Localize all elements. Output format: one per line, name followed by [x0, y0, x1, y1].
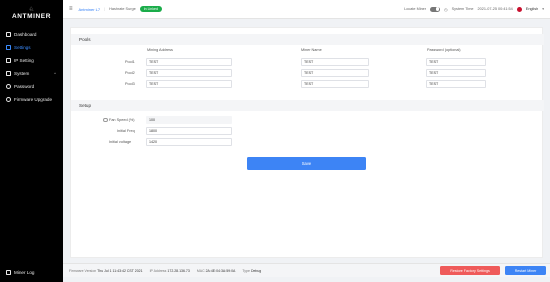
pool1-password-input[interactable]: TEST [426, 58, 486, 66]
sidebar-item-dashboard[interactable]: Dashboard [0, 28, 63, 41]
sidebar-item-label: System [14, 71, 30, 76]
ip-address-label: IP Address [149, 268, 167, 273]
initial-freq-input[interactable]: 1800 [146, 127, 232, 135]
sidebar-item-miner-log[interactable]: Miner Log [0, 266, 63, 278]
pools-column-header-address: Mining Address [147, 48, 173, 52]
firmware-upgrade-icon [6, 97, 11, 102]
pool2-address-input[interactable]: TEST [146, 69, 232, 77]
pool-label: Pool3 [125, 82, 135, 86]
sidebar-item-ip-setting[interactable]: IP Setting [0, 54, 63, 67]
fan-speed-row: Fan Speed (%) 100 [71, 116, 544, 126]
pool3-miner-input[interactable]: TEST [301, 80, 369, 88]
initial-voltage-input[interactable]: 1420 [146, 138, 232, 146]
pools-column-header-miner: Miner Name [301, 48, 322, 52]
chevron-down-icon[interactable]: ▾ [542, 7, 544, 11]
sidebar-item-label: Firmware Upgrade [14, 97, 53, 102]
fan-speed-checkbox[interactable] [103, 117, 108, 122]
ip-address-value: 172.28.136.73 [167, 268, 190, 273]
sidebar: ♘ ANTMINER Dashboard Settings IP Setting… [0, 0, 63, 282]
sidebar-item-label: Settings [14, 45, 31, 50]
password-icon [6, 84, 11, 89]
logo-text: ANTMINER [11, 12, 52, 20]
mac-value: 2A:4E:04:3A:59:0A [205, 268, 236, 273]
fan-speed-input[interactable]: 100 [146, 116, 232, 124]
mac-label: MAC [196, 268, 205, 273]
pool-label: Pool1 [125, 60, 135, 64]
pool-row: Pool3 TEST TEST TEST [71, 80, 544, 90]
system-time-value: 2021-07-25 00:41:54 [477, 7, 513, 11]
sidebar-nav: Dashboard Settings IP Setting System ^ P… [0, 28, 63, 106]
clock-icon: ◷ [444, 6, 448, 12]
pools-section-title: Pools [71, 34, 544, 45]
initial-voltage-label: Initial voltage [109, 140, 132, 144]
fan-speed-label: Fan Speed (%) [109, 118, 135, 122]
header-right: Locate Miner ◷ System Time 2021-07-25 00… [404, 6, 544, 12]
firmware-version: Firmware Version Thu Jul 1 11:43:42 CST … [69, 269, 143, 273]
pool1-address-input[interactable]: TEST [146, 58, 232, 66]
restart-miner-button[interactable]: Restart Miner [505, 266, 546, 275]
system-time-label: System Time [451, 7, 474, 11]
sidebar-item-password[interactable]: Password [0, 80, 63, 93]
sidebar-item-firmware-upgrade[interactable]: Firmware Upgrade [0, 93, 63, 106]
save-button[interactable]: Save [247, 157, 366, 170]
hashrate-label: Hashrate Surge [109, 7, 136, 11]
ip-address: IP Address 172.28.136.73 [150, 269, 190, 273]
initial-freq-row: Initial Freq 1800 [71, 127, 544, 137]
chevron-up-icon[interactable]: ^ [54, 71, 56, 76]
type-label: Type [242, 268, 250, 273]
pool2-password-input[interactable]: TEST [426, 69, 486, 77]
sidebar-item-system[interactable]: System ^ [0, 67, 63, 80]
sidebar-item-settings[interactable]: Settings [0, 41, 63, 54]
system-icon [6, 71, 11, 76]
dashboard-icon [6, 32, 11, 37]
firmware-version-value: Thu Jul 1 11:43:42 CST 2021 [97, 268, 143, 273]
top-header: ≡ Antminer L7 | Hashrate Surge In Linked… [63, 0, 550, 19]
pool3-address-input[interactable]: TEST [146, 80, 232, 88]
menu-icon[interactable]: ≡ [69, 6, 73, 12]
sidebar-item-label: Password [14, 84, 35, 89]
initial-voltage-row: Initial voltage 1420 [71, 138, 544, 148]
restore-factory-settings-button[interactable]: Restore Factory Settings [440, 266, 500, 275]
pools-column-header-password: Password (optional) [427, 48, 461, 52]
language-select[interactable]: English [526, 7, 538, 11]
pool-label: Pool2 [125, 71, 135, 75]
status-badge: In Linked [139, 6, 162, 12]
pool1-miner-input[interactable]: TEST [301, 58, 369, 66]
sidebar-item-label: IP Setting [14, 58, 34, 63]
divider: | [104, 7, 106, 11]
miner-model: Antminer L7 [78, 6, 101, 12]
sidebar-item-label: Miner Log [14, 269, 35, 275]
mac-address: MAC 2A:4E:04:3A:59:0A [197, 269, 236, 273]
locate-miner-toggle[interactable] [430, 6, 441, 12]
settings-panel: Pools Mining Address Miner Name Password… [70, 27, 544, 258]
pool3-password-input[interactable]: TEST [426, 80, 486, 88]
miner-log-icon [6, 269, 11, 275]
sidebar-item-label: Dashboard [14, 32, 37, 37]
setup-section-title: Setup [71, 100, 544, 111]
flag-icon [516, 6, 522, 12]
miner-type: Type Debug [242, 269, 261, 273]
pool-row: Pool2 TEST TEST TEST [71, 69, 544, 79]
pool-row: Pool1 TEST TEST TEST [71, 58, 544, 68]
initial-freq-label: Initial Freq [117, 129, 135, 133]
antminer-logo: ♘ ANTMINER [0, 0, 63, 25]
footer-status-bar: Firmware Version Thu Jul 1 11:43:42 CST … [63, 263, 550, 277]
firmware-version-label: Firmware Version [69, 268, 97, 273]
locate-miner-label: Locate Miner [404, 7, 427, 11]
pool2-miner-input[interactable]: TEST [301, 69, 369, 77]
settings-icon [6, 45, 11, 50]
type-value: Debug [250, 268, 262, 273]
ip-setting-icon [6, 58, 11, 63]
